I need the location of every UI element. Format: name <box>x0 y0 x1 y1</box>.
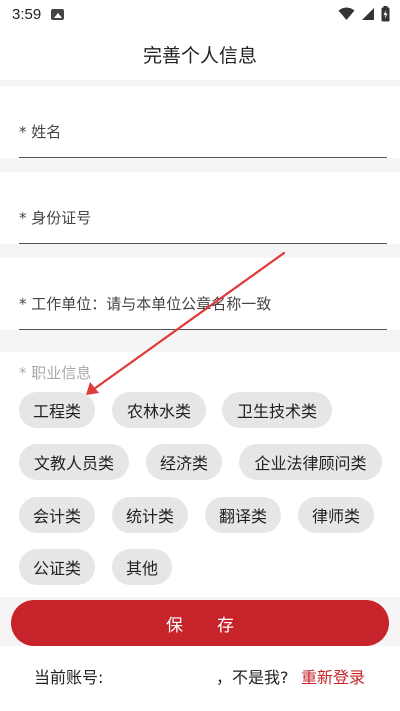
chip-health-technology[interactable]: 卫生技术类 <box>222 392 332 428</box>
not-me-label: ，不是我? <box>216 668 289 687</box>
chip-lawyer[interactable]: 律师类 <box>298 497 374 533</box>
current-account-label: 当前账号: <box>34 668 104 687</box>
workplace-field-underline <box>19 329 387 330</box>
id-number-field-underline <box>19 243 387 244</box>
chip-engineering[interactable]: 工程类 <box>19 392 95 428</box>
wifi-icon <box>338 7 355 20</box>
chip-translation[interactable]: 翻译类 <box>205 497 281 533</box>
profession-section-title: * 职业信息 <box>19 364 92 382</box>
status-time: 3:59 <box>12 5 42 23</box>
gallery-notification-icon <box>51 8 65 20</box>
name-field-label: * 姓名 <box>19 123 62 141</box>
chip-agriculture-forestry-water[interactable]: 农林水类 <box>112 392 206 428</box>
chip-education-staff[interactable]: 文教人员类 <box>19 444 129 480</box>
chip-other[interactable]: 其他 <box>112 549 172 585</box>
page-header: 完善个人信息 <box>0 28 400 80</box>
chip-corporate-legal-counsel[interactable]: 企业法律顾问类 <box>239 444 382 480</box>
chip-economics[interactable]: 经济类 <box>146 444 222 480</box>
page-title: 完善个人信息 <box>142 44 257 67</box>
workplace-field[interactable]: * 工作单位：请与本单位公章名称一致 <box>0 258 400 330</box>
relogin-link[interactable]: 重新登录 <box>301 664 365 688</box>
status-bar: 3:59 <box>0 0 400 28</box>
chip-accounting[interactable]: 会计类 <box>19 497 95 533</box>
chip-notary[interactable]: 公证类 <box>19 549 95 585</box>
status-icons <box>338 6 390 22</box>
id-number-field-label: * 身份证号 <box>19 209 92 227</box>
profession-section: * 职业信息 工程类 农林水类 卫生技术类 文教人员类 经济类 企业法律顾问类 … <box>0 352 400 597</box>
account-row: 当前账号: ，不是我? 重新登录 <box>0 646 400 711</box>
chip-statistics[interactable]: 统计类 <box>112 497 188 533</box>
name-field-underline <box>19 157 387 158</box>
name-field[interactable]: * 姓名 <box>0 86 400 158</box>
id-number-field[interactable]: * 身份证号 <box>0 172 400 244</box>
battery-charging-icon <box>381 6 390 22</box>
cell-signal-icon <box>362 8 374 20</box>
save-button[interactable]: 保 存 <box>11 600 389 646</box>
workplace-field-label: * 工作单位：请与本单位公章名称一致 <box>19 295 272 313</box>
